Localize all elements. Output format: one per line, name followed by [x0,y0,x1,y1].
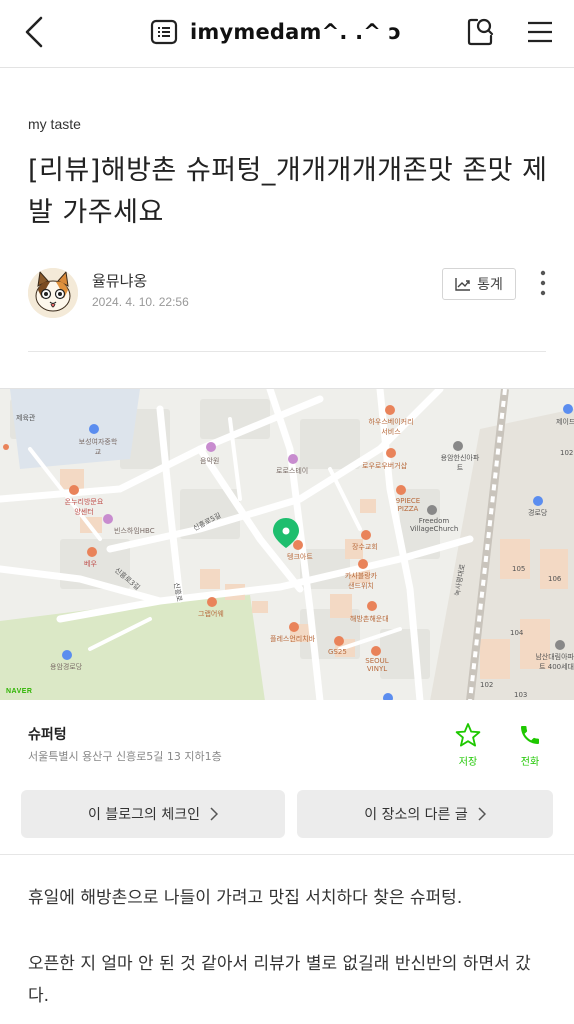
list-icon [150,19,178,45]
map-label: 102 [480,681,494,689]
search-button[interactable] [460,12,500,52]
chevron-left-icon [25,16,43,48]
map-label: 온누리방문요양센터 [64,498,104,516]
map-label: 105 [512,565,526,573]
stats-label: 통계 [477,277,503,293]
post-category[interactable]: my taste [28,116,81,132]
blog-checkin-button[interactable]: 이 블로그의 체크인 [21,790,285,838]
map-label: Freedom VillageChurch [410,517,459,533]
more-vertical-icon [540,270,546,296]
place-posts-label: 이 장소의 다른 글 [364,807,468,823]
map-label: 텡크아트 [287,553,313,561]
back-button[interactable] [14,10,54,54]
blog-title: imymedam^. .^ ɔ [190,20,402,44]
map-label: 로로스테이 [276,467,309,475]
map-label: 카사블랑카샌드위치 [344,572,378,590]
author-avatar[interactable] [28,268,78,318]
call-label: 전화 [520,757,540,768]
map-label: 장수교회 [352,543,378,551]
place-address: 서울특별시 용산구 신흥로5길 13 지하1층 [28,750,222,763]
place-posts-button[interactable]: 이 장소의 다른 글 [297,790,553,838]
map-label: 제이드 [556,418,574,426]
map-label: 플레스언리치바 [270,635,316,643]
star-icon [455,723,481,747]
naver-map-logo: NAVER [6,688,33,695]
post-title: [리뷰]해방촌 슈퍼텅_개개개개개존맛 존맛 제발 가주세요 [28,155,548,228]
blog-title-link[interactable]: imymedam^. .^ ɔ [150,14,401,50]
hamburger-icon [528,21,552,43]
map-label: 베우 [84,560,97,568]
chevron-right-icon [210,807,218,821]
map-label: 106 [548,575,562,583]
map-label: 그랩어웨 [198,610,224,618]
save-label: 저장 [458,757,478,768]
cat-avatar-icon [28,268,78,318]
map-canvas [0,389,574,700]
map-label: 보성여자중학교 [78,438,118,456]
map-label: 용암경로당 [50,663,83,671]
body-paragraph: 휴일에 해방촌으로 나들이 가려고 맛집 서치하다 찾은 슈퍼텅. [28,888,463,908]
map-label: 104 [510,629,524,637]
map-label: 9PIECE PIZZA [395,497,421,513]
map-label: GS25 [328,648,347,656]
phone-icon [521,726,539,744]
map-label: 음악원 [200,457,220,465]
menu-button[interactable] [520,12,560,52]
map-label: 경로당 [528,509,548,517]
map-label: 로우로우버거샵 [362,462,408,470]
stats-button[interactable]: 통계 [442,268,516,300]
map-label: 해방촌해운대 [350,615,389,623]
post-date: 2024. 4. 10. 22:56 [92,295,189,309]
map-label: 103 [514,691,528,699]
trend-chart-icon [455,278,471,291]
more-options-button[interactable] [530,266,556,300]
map-label: 제육관 [16,414,36,422]
map-label: 용암한신아파트 [440,454,480,472]
place-name[interactable]: 슈퍼텅 [28,724,67,744]
map-label: 102 [560,449,574,457]
map-label: 하우스베이커리서비스 [368,418,414,436]
blog-checkin-label: 이 블로그의 체크인 [88,807,200,823]
body-paragraph: 오픈한 지 얼마 안 된 것 같아서 리뷰가 별로 없길래 반신반의 하면서 갔… [28,954,531,1006]
top-bar: imymedam^. .^ ɔ [0,0,574,68]
divider [0,854,574,855]
call-button[interactable]: 전화 [510,722,550,770]
map-label: 남산대림아파트 400세대 [535,653,574,671]
place-map[interactable]: 제육관 보성여자중학교 음악원 로로스테이 하우스베이커리서비스 로우로우버거샵… [0,388,574,700]
divider [28,351,546,352]
map-label: 빈스하임HBC [114,527,155,535]
save-place-button[interactable]: 저장 [448,722,488,770]
chevron-right-icon [478,807,486,821]
map-label: SEOUL VINYL [365,657,389,673]
search-icon [467,18,494,46]
author-name[interactable]: 율뮤냐옹 [92,270,147,291]
